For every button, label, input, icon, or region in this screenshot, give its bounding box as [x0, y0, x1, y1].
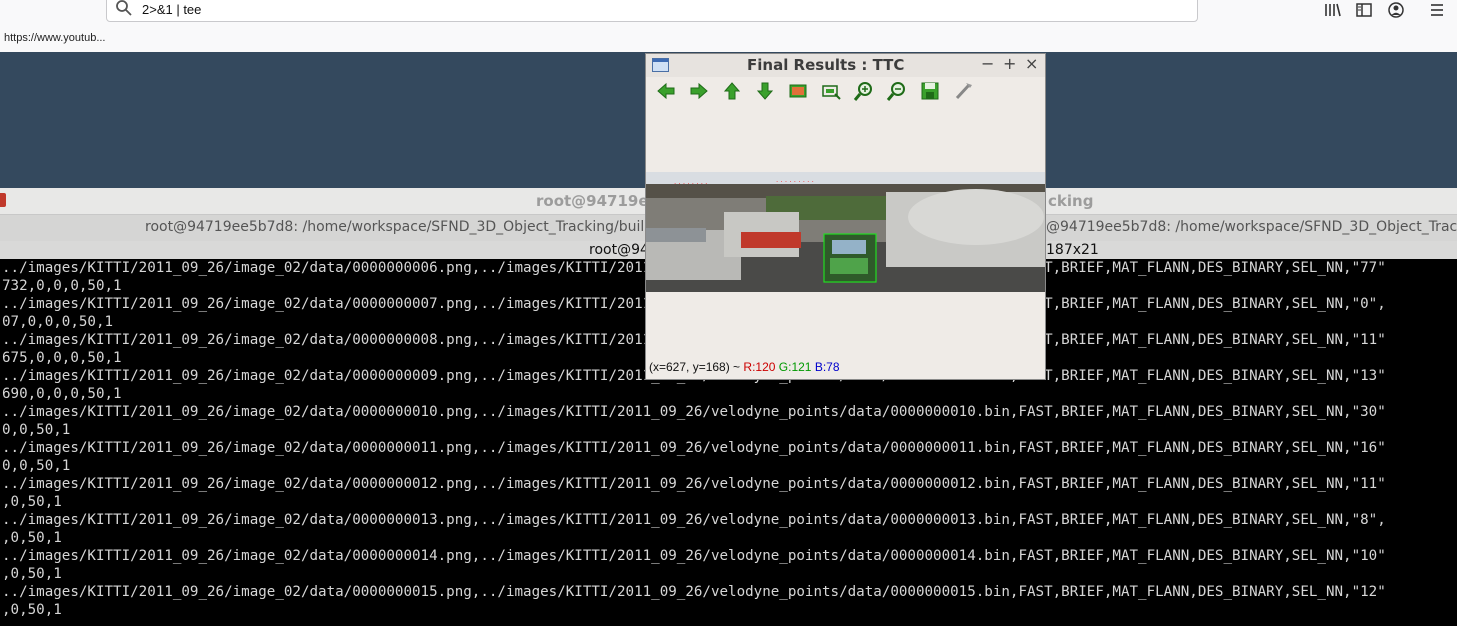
terminal-line: 07,0,0,0,50,1	[2, 314, 114, 330]
link-status-url: https://www.youtub...	[4, 32, 106, 44]
terminal-title-right: cking	[1048, 192, 1094, 210]
account-icon[interactable]	[1387, 1, 1405, 19]
opencv-window[interactable]: Final Results : TTC − + × · · · · · · · …	[645, 53, 1046, 380]
zoom-fit-icon[interactable]	[820, 80, 842, 102]
terminal-subtitle-left: root@94	[589, 242, 649, 258]
svg-text:· · · · · · · ·: · · · · · · · ·	[674, 180, 707, 188]
terminal-line: ,0,50,1	[2, 494, 62, 510]
terminal-tab-right[interactable]: @94719ee5b7d8: /home/workspace/SFND_3D_O…	[1046, 219, 1457, 235]
search-icon	[116, 0, 132, 16]
pixel-coords: (x=627, y=168) ~	[649, 360, 741, 374]
menu-icon[interactable]	[1428, 1, 1446, 19]
zoom-in-icon[interactable]	[853, 80, 875, 102]
terminal-line: 732,0,0,0,50,1	[2, 278, 122, 294]
terminal-line: ../images/KITTI/2011_09_26/image_02/data…	[2, 404, 1386, 420]
terminal-line: 0,0,50,1	[2, 422, 71, 438]
terminal-line: ../images/KITTI/2011_09_26/image_02/data…	[2, 440, 1386, 456]
terminal-title-left: root@94719e	[536, 192, 649, 210]
svg-text:· · · · · · · · ·: · · · · · · · · ·	[776, 178, 814, 186]
browser-toolbar: 2>&1 | tee https://www.youtub...	[0, 0, 1457, 52]
image-icon[interactable]	[787, 80, 809, 102]
terminal-line: ,0,50,1	[2, 530, 62, 546]
close-icon[interactable]	[0, 193, 6, 207]
image-toolbar	[646, 80, 1045, 104]
window-titlebar[interactable]: Final Results : TTC − + ×	[646, 54, 1045, 77]
arrow-right-icon[interactable]	[688, 80, 710, 102]
terminal-line: ../images/KITTI/2011_09_26/image_02/data…	[2, 476, 1386, 492]
arrow-left-icon[interactable]	[655, 80, 677, 102]
terminal-size: 187x21	[1046, 242, 1099, 258]
pixel-status-bar: (x=627, y=168) ~ R:120 G:121 B:78	[649, 360, 840, 374]
terminal-line: ../images/KITTI/2011_09_26/image_02/data…	[2, 584, 1386, 600]
pixel-green-value: G:121	[778, 360, 812, 374]
url-input-value: 2>&1 | tee	[142, 2, 202, 17]
maximize-button[interactable]: +	[1003, 54, 1016, 73]
arrow-up-icon[interactable]	[721, 80, 743, 102]
properties-icon[interactable]	[952, 80, 974, 102]
terminal-line: ../images/KITTI/2011_09_26/image_02/data…	[2, 512, 1386, 528]
pixel-red-value: R:120	[743, 360, 776, 374]
terminal-tab-left[interactable]: root@94719ee5b7d8: /home/workspace/SFND_…	[145, 219, 653, 235]
window-title: Final Results : TTC	[747, 56, 905, 74]
pixel-blue-value: B:78	[814, 360, 840, 374]
terminal-line: 0,0,50,1	[2, 458, 71, 474]
arrow-down-icon[interactable]	[754, 80, 776, 102]
terminal-line: ../images/KITTI/2011_09_26/image_02/data…	[2, 548, 1386, 564]
zoom-out-icon[interactable]	[886, 80, 908, 102]
close-button[interactable]: ×	[1025, 54, 1038, 73]
app-window-icon	[652, 58, 669, 72]
terminal-line: ,0,50,1	[2, 602, 62, 618]
library-icon[interactable]	[1324, 1, 1342, 19]
save-icon[interactable]	[919, 80, 941, 102]
sidebar-icon[interactable]	[1355, 1, 1373, 19]
minimize-button[interactable]: −	[981, 54, 994, 73]
terminal-line: 675,0,0,0,50,1	[2, 350, 122, 366]
result-image[interactable]: · · · · · · · · · · · · · · · · ·	[646, 172, 1045, 292]
terminal-line: ,0,50,1	[2, 566, 62, 582]
terminal-line: 690,0,0,0,50,1	[2, 386, 122, 402]
url-bar[interactable]: 2>&1 | tee	[106, 0, 1198, 22]
